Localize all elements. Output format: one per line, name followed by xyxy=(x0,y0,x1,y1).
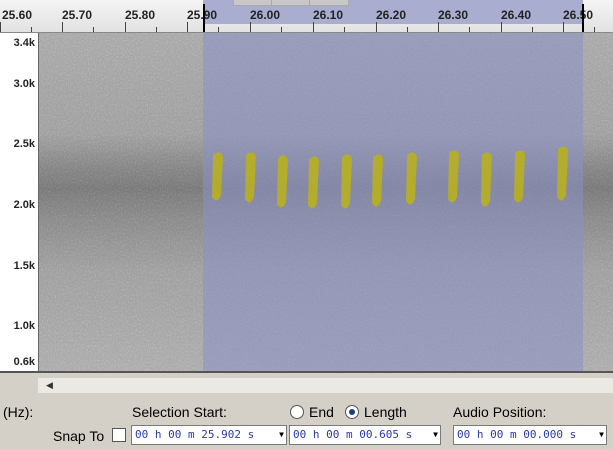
selection-start-label: Selection Start: xyxy=(132,404,227,420)
selection-end-marker[interactable] xyxy=(582,4,584,32)
ruler-tick-label: 25.70 xyxy=(62,8,93,22)
spectrogram-view[interactable] xyxy=(39,33,613,371)
ruler-tick xyxy=(0,22,1,32)
ruler-minor-tick xyxy=(93,27,94,32)
audio-position-field[interactable]: 00 h 00 m 00.000 s ▼ xyxy=(453,425,607,445)
spectrogram-track[interactable]: 3.4k 3.0k 2.5k 2.0k 1.5k 1.0k 0.6k xyxy=(0,33,613,373)
ruler-tick xyxy=(250,22,251,32)
track-divider xyxy=(0,371,613,373)
end-radio[interactable] xyxy=(290,405,304,419)
chevron-down-icon[interactable]: ▼ xyxy=(433,426,438,444)
selection-overlay xyxy=(203,33,583,371)
length-value: 00 h 00 m 00.605 s xyxy=(293,428,413,441)
frequency-axis: 3.4k 3.0k 2.5k 2.0k 1.5k 1.0k 0.6k xyxy=(0,33,39,373)
ruler-tick xyxy=(501,22,502,32)
audio-position-label: Audio Position: xyxy=(453,404,547,420)
horizontal-scrollbar[interactable]: ◀ xyxy=(38,378,613,393)
snap-to-checkbox[interactable] xyxy=(112,428,126,442)
selection-start-marker[interactable] xyxy=(203,4,205,32)
project-rate-label: (Hz): xyxy=(3,404,34,420)
ruler-minor-tick xyxy=(218,27,219,32)
chevron-down-icon[interactable]: ▼ xyxy=(279,426,284,444)
audio-position-value: 00 h 00 m 00.000 s xyxy=(457,428,577,441)
frequency-label: 3.0k xyxy=(13,78,35,90)
ruler-minor-tick xyxy=(156,27,157,32)
ruler-minor-tick xyxy=(594,27,595,32)
ruler-tick-label: 26.30 xyxy=(438,8,469,22)
length-radio[interactable] xyxy=(345,405,359,419)
frequency-label: 0.6k xyxy=(13,356,35,368)
ruler-tab xyxy=(233,0,273,6)
selection-start-value: 00 h 00 m 25.902 s xyxy=(135,428,255,441)
ruler-tick-label: 25.60 xyxy=(2,8,33,22)
length-field[interactable]: 00 h 00 m 00.605 s ▼ xyxy=(289,425,441,445)
ruler-tick xyxy=(62,22,63,32)
ruler-tick xyxy=(125,22,126,32)
ruler-tick-label: 26.00 xyxy=(250,8,281,22)
ruler-tick-label: 25.80 xyxy=(125,8,156,22)
ruler-tick-label: 26.10 xyxy=(313,8,344,22)
frequency-label: 2.5k xyxy=(13,138,35,150)
frequency-label: 1.5k xyxy=(13,260,35,272)
ruler-minor-tick xyxy=(281,27,282,32)
ruler-tick xyxy=(563,22,564,32)
ruler-minor-tick xyxy=(469,27,470,32)
selection-toolbar: (Hz): Selection Start: End Length Audio … xyxy=(0,396,613,449)
scroll-left-icon[interactable]: ◀ xyxy=(46,380,53,391)
selection-start-field[interactable]: 00 h 00 m 25.902 s ▼ xyxy=(131,425,287,445)
frequency-label: 1.0k xyxy=(13,320,35,332)
ruler-tick xyxy=(313,22,314,32)
length-radio-label[interactable]: Length xyxy=(364,404,407,420)
ruler-minor-tick xyxy=(344,27,345,32)
ruler-tick-label: 26.50 xyxy=(563,8,594,22)
spectrogram-image xyxy=(39,33,613,371)
ruler-tick-label: 26.40 xyxy=(501,8,532,22)
end-radio-label[interactable]: End xyxy=(309,404,334,420)
ruler-minor-tick xyxy=(532,27,533,32)
ruler-tick xyxy=(187,22,188,32)
frequency-label: 2.0k xyxy=(13,199,35,211)
chevron-down-icon[interactable]: ▼ xyxy=(599,426,604,444)
ruler-tick xyxy=(438,22,439,32)
timeline-ruler[interactable]: 25.60 25.70 25.80 25.90 26.00 26.10 26.2… xyxy=(0,0,613,33)
frequency-label: 3.4k xyxy=(13,37,35,49)
ruler-tab xyxy=(309,0,349,6)
ruler-tick-label: 26.20 xyxy=(376,8,407,22)
ruler-minor-tick xyxy=(31,27,32,32)
ruler-minor-tick xyxy=(407,27,408,32)
snap-to-label[interactable]: Snap To xyxy=(53,428,104,444)
ruler-tab xyxy=(271,0,311,6)
ruler-tick xyxy=(376,22,377,32)
